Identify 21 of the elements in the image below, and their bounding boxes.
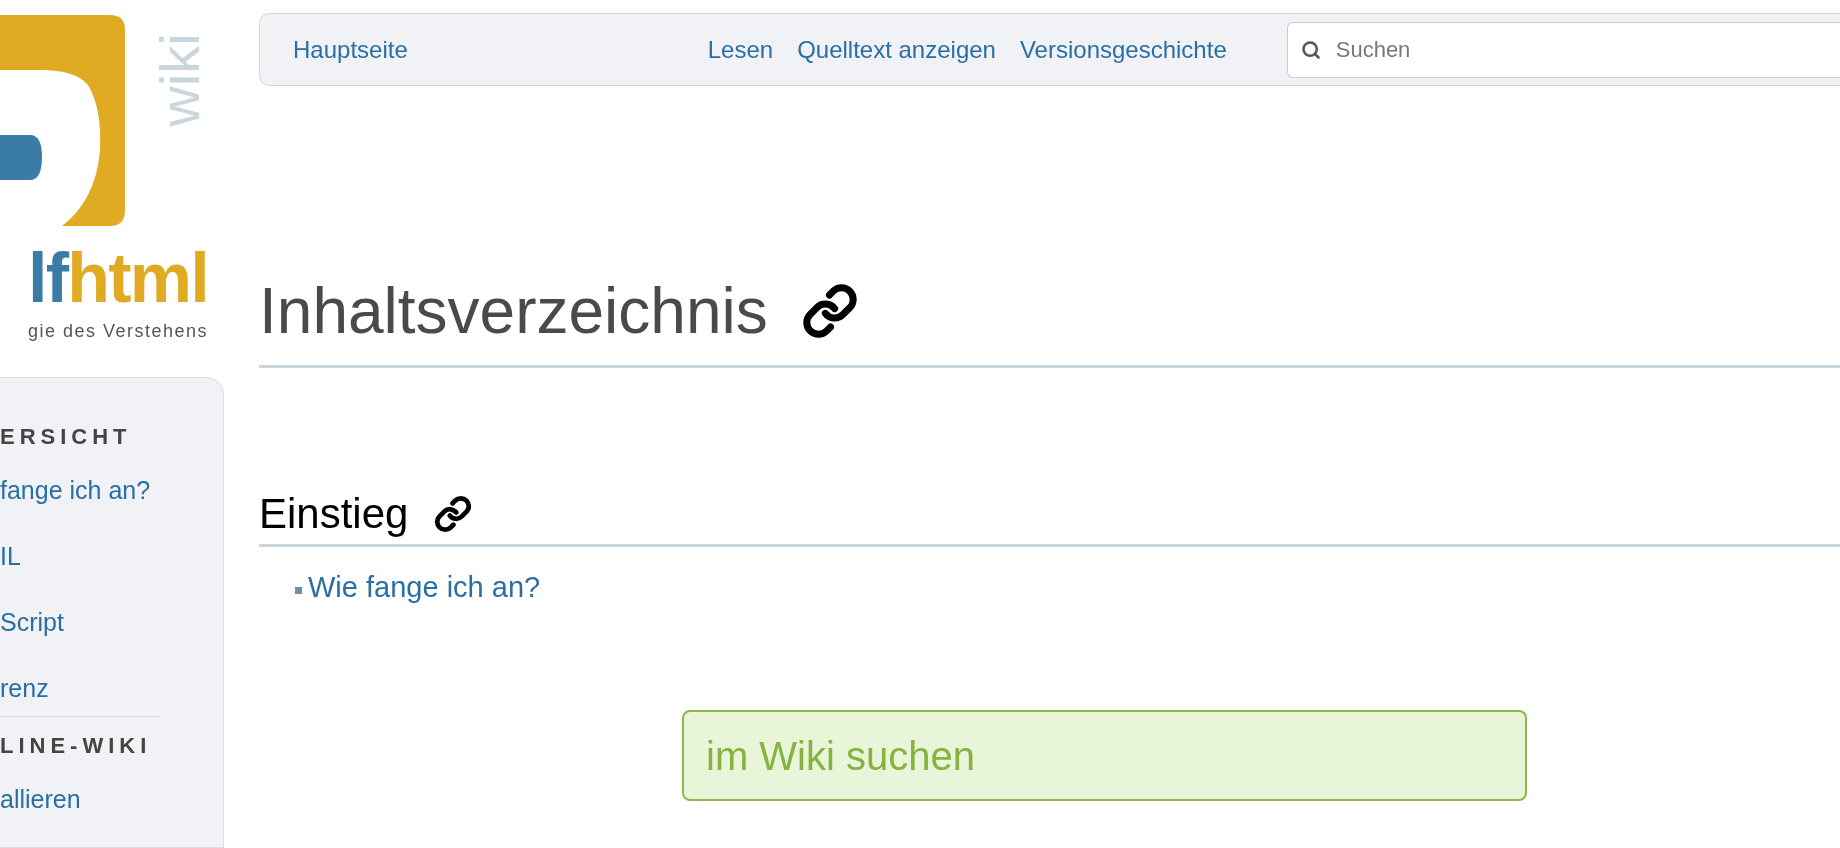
link-icon[interactable] bbox=[801, 283, 858, 339]
sidebar-link[interactable]: renz bbox=[0, 672, 223, 704]
search-field[interactable]: Suchen bbox=[1286, 21, 1840, 78]
logo-tagline: gie des Verstehens bbox=[27, 320, 208, 343]
sidebar-link[interactable]: fange ich an? bbox=[0, 474, 223, 506]
sidebar-link[interactable]: Script bbox=[0, 606, 223, 638]
sidebar-heading: ERSICHT bbox=[0, 423, 133, 451]
nav-tab[interactable]: Quelltext anzeigen bbox=[797, 31, 996, 68]
sidebar-link[interactable]: IL bbox=[0, 540, 223, 572]
link-icon[interactable] bbox=[434, 495, 473, 533]
sidebar-heading: LINE-WIKI bbox=[0, 732, 153, 760]
search-icon bbox=[1300, 39, 1321, 60]
logo-wordmark: lfhtml bbox=[27, 238, 208, 318]
content-link[interactable]: Wie fange ich an? bbox=[308, 569, 541, 605]
nav-tab[interactable]: Lesen bbox=[707, 31, 774, 68]
bullet-icon bbox=[295, 586, 302, 594]
page-title: Inhaltsverzeichnis bbox=[259, 274, 768, 349]
nav-tab[interactable]: Versionsgeschichte bbox=[1019, 31, 1227, 68]
section-heading: Einstieg bbox=[259, 489, 409, 539]
sidebar-link[interactable]: allieren bbox=[0, 783, 160, 815]
nav-link[interactable]: Hauptseite bbox=[293, 31, 408, 68]
